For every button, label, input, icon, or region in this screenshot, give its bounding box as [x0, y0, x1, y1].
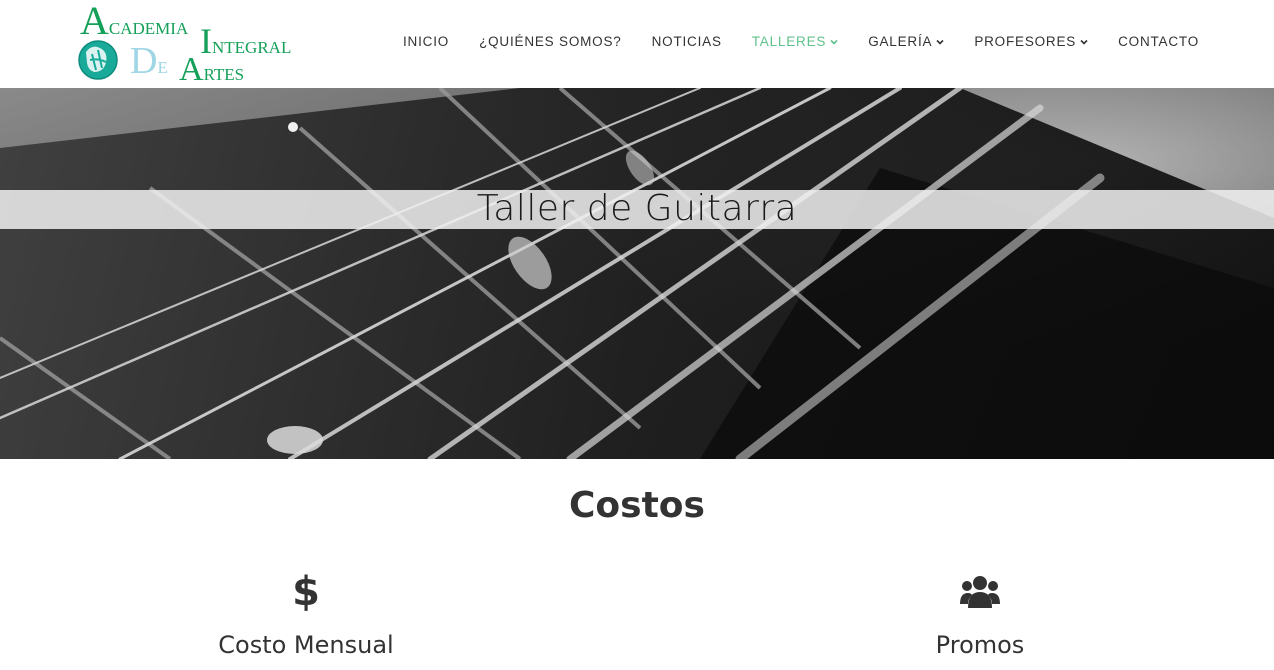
site-header: ACADEMIA INTEGRAL DE ARTES INICIO ¿QUIÉN… [0, 0, 1274, 88]
dollar-icon: $ [126, 570, 486, 614]
nav-inicio[interactable]: INICIO [403, 32, 449, 52]
nav-noticias-label: NOTICIAS [651, 34, 722, 49]
svg-text:INTEGRAL: INTEGRAL [200, 21, 291, 61]
feature-label-costo-mensual: Costo Mensual [218, 631, 394, 659]
costs-section-title: Costos [569, 485, 705, 526]
svg-text:ACADEMIA: ACADEMIA [80, 0, 189, 43]
chevron-down-icon [1080, 39, 1088, 45]
logo-word-cademia: CADEMIA [109, 19, 189, 38]
nav-noticias[interactable]: NOTICIAS [652, 32, 722, 52]
academy-logo[interactable]: ACADEMIA INTEGRAL DE ARTES [78, 0, 300, 88]
nav-profesores[interactable]: PROFESORES [974, 32, 1088, 52]
logo-word-ntegral: NTEGRAL [212, 38, 291, 57]
svg-text:DE: DE [130, 40, 168, 82]
main-nav: INICIO ¿QUIÉNES SOMOS? NOTICIAS TALLERES… [403, 32, 1199, 52]
nav-talleres-label: TALLERES [751, 34, 827, 49]
nav-contacto-label: CONTACTO [1118, 34, 1199, 49]
logo-letter-d: D [130, 40, 157, 82]
logo-letter-a2: A [179, 51, 204, 88]
dollar-glyph: $ [292, 569, 320, 615]
logo-emblem [78, 40, 118, 80]
feature-costo-mensual: $ Costo Mensual [126, 570, 486, 660]
nav-galeria-label: GALERÍA [868, 34, 933, 49]
chevron-down-icon [830, 39, 838, 45]
nav-quienes-somos[interactable]: ¿QUIÉNES SOMOS? [479, 32, 622, 52]
logo-word-rtes: RTES [204, 65, 245, 84]
guitar-fretboard-image [0, 88, 1274, 459]
hero-banner: Taller de Guitarra [0, 88, 1274, 459]
logo-letter-e: E [157, 58, 167, 77]
users-icon [800, 570, 1160, 614]
nav-galeria[interactable]: GALERÍA [868, 32, 944, 52]
logo-letter-a: A [80, 0, 109, 43]
nav-talleres[interactable]: TALLERES [752, 32, 838, 52]
feature-label-promos: Promos [935, 631, 1025, 659]
hero-title: Taller de Guitarra [476, 188, 798, 229]
nav-profesores-label: PROFESORES [974, 34, 1077, 49]
chevron-down-icon [936, 39, 944, 45]
feature-promos: Promos [800, 570, 1160, 660]
nav-contacto[interactable]: CONTACTO [1118, 32, 1199, 52]
nav-quienes-somos-label: ¿QUIÉNES SOMOS? [479, 34, 622, 49]
nav-inicio-label: INICIO [403, 34, 450, 49]
